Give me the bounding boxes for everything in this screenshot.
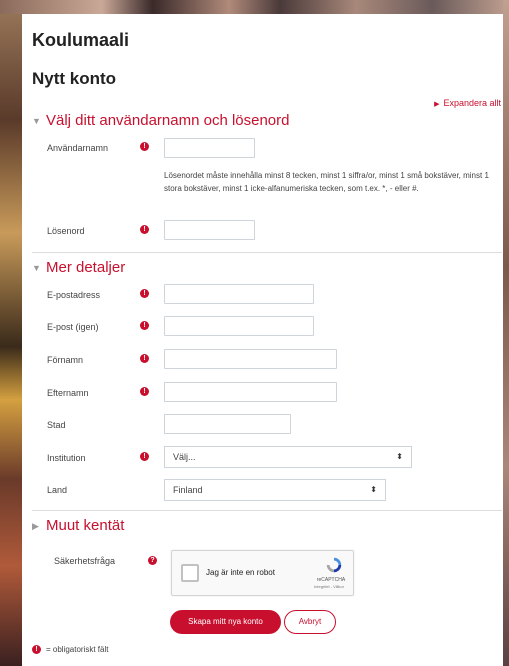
country-label: Land: [47, 485, 68, 495]
required-icon: !: [140, 142, 149, 151]
password-policy-text: Lösenordet måste innehålla minst 8 tecke…: [164, 171, 489, 193]
background-image-left: [0, 0, 22, 666]
signup-card: Koulumaali Nytt konto ▶ Expandera allt ▼ V…: [22, 14, 503, 666]
recaptcha-checkbox[interactable]: [181, 564, 199, 582]
select-arrows-icon: ⬍: [370, 485, 377, 494]
required-icon: !: [140, 387, 149, 396]
section-details-toggle[interactable]: ▼ Mer detaljer: [32, 259, 125, 276]
page-title: Nytt konto: [32, 69, 117, 88]
required-legend: ! = obligatoriskt fält: [32, 645, 109, 655]
email-confirm-label: E-post (igen): [47, 322, 99, 332]
recaptcha-terms-link[interactable]: Integritet - Villkor: [309, 584, 349, 589]
recaptcha-widget: Jag är inte en robot reCAPTCHA Integrite…: [171, 550, 354, 596]
required-icon: !: [140, 452, 149, 461]
lastname-label: Efternamn: [47, 388, 89, 398]
username-input[interactable]: [164, 138, 255, 158]
required-legend-text: = obligatoriskt fält: [46, 645, 109, 654]
city-input[interactable]: [164, 414, 291, 434]
background-image-right: [503, 0, 509, 666]
required-icon: !: [140, 225, 149, 234]
country-select[interactable]: Finland ⬍: [164, 479, 386, 501]
site-title: Koulumaali: [32, 30, 130, 50]
background-image-top: [0, 0, 509, 14]
section-credentials-toggle[interactable]: ▼ Välj ditt användarnamn och lösenord: [32, 112, 290, 129]
cancel-button[interactable]: Avbryt: [284, 610, 336, 634]
institution-selected-value: Välj...: [173, 452, 196, 462]
recaptcha-text: Jag är inte en robot: [206, 568, 275, 577]
required-icon: !: [140, 289, 149, 298]
recaptcha-logo-icon: [326, 557, 342, 573]
chevron-right-icon: ▶: [32, 520, 39, 531]
firstname-label: Förnamn: [47, 355, 84, 365]
password-input[interactable]: [164, 220, 255, 240]
chevron-down-icon: ▼: [32, 263, 41, 274]
required-icon: !: [140, 321, 149, 330]
recaptcha-brand: reCAPTCHA: [316, 577, 346, 583]
section-details-title: Mer detaljer: [46, 259, 126, 276]
password-label: Lösenord: [47, 226, 85, 236]
section-other-toggle[interactable]: ▶ Muut kentät: [32, 517, 124, 534]
expand-all-link[interactable]: ▶ Expandera allt: [434, 98, 501, 108]
caret-right-icon: ▶: [434, 101, 440, 108]
expand-all-label: Expandera allt: [443, 98, 501, 108]
required-icon: !: [140, 354, 149, 363]
firstname-input[interactable]: [164, 349, 337, 369]
institution-label: Institution: [47, 453, 86, 463]
required-icon: !: [32, 645, 41, 655]
city-label: Stad: [47, 420, 66, 430]
email-input[interactable]: [164, 284, 314, 304]
email-confirm-input[interactable]: [164, 316, 314, 336]
section-credentials-title: Välj ditt användarnamn och lösenord: [46, 112, 290, 129]
institution-select[interactable]: Välj... ⬍: [164, 446, 412, 468]
select-arrows-icon: ⬍: [396, 452, 403, 461]
section-other-title: Muut kentät: [46, 517, 125, 534]
create-account-button[interactable]: Skapa mitt nya konto: [170, 610, 281, 634]
captcha-label: Säkerhetsfråga: [54, 556, 116, 566]
username-label: Användarnamn: [47, 143, 109, 153]
section-divider: [32, 252, 502, 253]
section-divider: [32, 510, 502, 511]
country-selected-value: Finland: [173, 485, 203, 495]
email-label: E-postadress: [47, 290, 101, 300]
lastname-input[interactable]: [164, 382, 337, 402]
chevron-down-icon: ▼: [32, 116, 41, 127]
help-icon[interactable]: ?: [148, 556, 157, 565]
